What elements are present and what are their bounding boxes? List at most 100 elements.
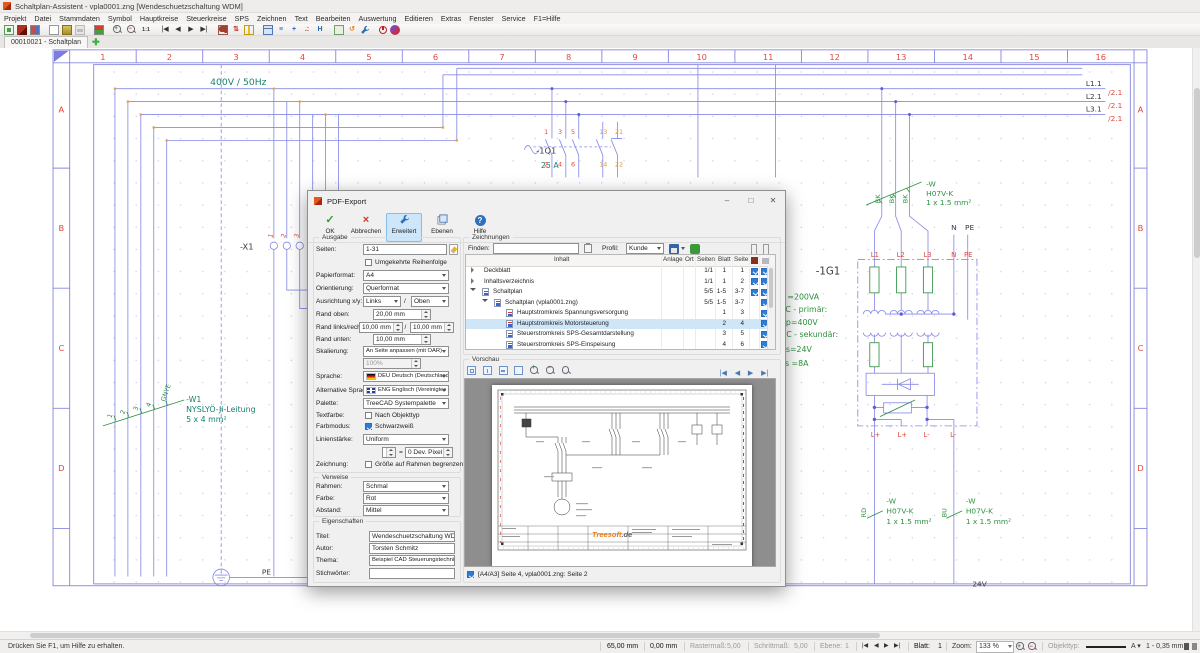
menu-stammdaten[interactable]: Stammdaten	[55, 14, 104, 23]
maximize-icon[interactable]: □	[745, 196, 757, 205]
preview-zoom-in-icon[interactable]: +	[530, 366, 539, 375]
table-scrollbar[interactable]	[767, 266, 775, 349]
preview-area[interactable]: Treesoft.de	[464, 378, 776, 567]
insert-symbol-icon[interactable]: +	[289, 25, 299, 35]
raster-value[interactable]: 5,00	[727, 640, 741, 653]
print-icon[interactable]	[75, 25, 85, 35]
menu-hauptkreise[interactable]: Hauptkreise	[136, 14, 182, 23]
add-tab-icon[interactable]: ✚	[92, 37, 100, 48]
menu-text[interactable]: Text	[291, 14, 312, 23]
preview-first-icon[interactable]: |◀	[720, 370, 727, 377]
table-view-icon[interactable]	[263, 25, 273, 35]
menu-sps[interactable]: SPS	[231, 14, 253, 23]
blackwhite-checkbox[interactable]	[365, 423, 372, 430]
reverse-order-checkbox[interactable]	[365, 259, 372, 266]
new-sheet-icon[interactable]	[49, 25, 59, 35]
linewidth-select[interactable]: Uniform	[363, 434, 449, 445]
profile-select[interactable]: Kunde	[626, 243, 664, 254]
language-select[interactable]: DEU Deutsch (Deutschland)	[363, 371, 449, 382]
ref-distance-select[interactable]: Mittel	[363, 505, 449, 516]
book-checkbox[interactable]	[751, 289, 758, 296]
potential-icon[interactable]: ⇅	[231, 25, 241, 35]
sheet-prev-icon[interactable]: ◀	[874, 640, 879, 653]
scaling-select[interactable]: An Seite anpassen (mit OAR)	[363, 346, 449, 357]
pages-input[interactable]: 1-31	[363, 244, 447, 255]
exit-icon[interactable]	[390, 25, 400, 35]
menu-projekt[interactable]: Projekt	[0, 14, 30, 23]
minimize-icon[interactable]: –	[721, 196, 733, 205]
status-icon-2[interactable]	[1192, 643, 1197, 650]
canvas-horizontal-scrollbar[interactable]	[0, 631, 1200, 639]
dot-tool-icon[interactable]: .:	[302, 25, 312, 35]
menu-symbol[interactable]: Symbol	[104, 14, 136, 23]
frame-icon[interactable]	[514, 366, 523, 375]
clipboard-icon[interactable]	[334, 25, 344, 35]
book-checkbox[interactable]	[751, 268, 758, 275]
zoom-select[interactable]: 133 %	[976, 641, 1014, 653]
author-input[interactable]: Torsten Schmitz	[369, 543, 455, 554]
menu-zeichnen[interactable]: Zeichnen	[253, 14, 291, 23]
alt-language-select[interactable]: ENG Englisch (Vereinigtes Kör	[363, 385, 449, 396]
paper-format-select[interactable]: A4	[363, 270, 449, 281]
objtype-width-select[interactable]: 1 - 0,35 mm ▾	[1146, 640, 1189, 653]
menu-hilfe[interactable]: F1=Hilfe	[530, 14, 565, 23]
drawings-table[interactable]: Inhalt Anlage Ort Seiten Blatt Seite Dec…	[465, 254, 776, 350]
preview-last-icon[interactable]: ▶|	[761, 370, 768, 377]
limit-to-frame-checkbox[interactable]	[365, 461, 372, 468]
preview-zoom-out-icon[interactable]: −	[546, 366, 555, 375]
textcolor-checkbox[interactable]	[365, 412, 372, 419]
palette-select[interactable]: TreeCAD Systempalette	[363, 398, 449, 409]
menu-editieren[interactable]: Editieren	[400, 14, 436, 23]
ref-color-select[interactable]: Rot	[363, 493, 449, 504]
keywords-input[interactable]	[369, 568, 455, 579]
reload-profile-icon[interactable]	[690, 244, 700, 254]
open-icon[interactable]	[62, 25, 72, 35]
h-tool-icon[interactable]: H	[315, 25, 325, 35]
table-row[interactable]: Steuerstromkreis SPS-Gesamtdarstellung 3…	[466, 329, 775, 340]
preview-page-checkbox[interactable]	[467, 571, 474, 578]
next-sheet-icon[interactable]: ▶	[186, 25, 196, 35]
zoom-in-icon[interactable]: +	[113, 25, 122, 34]
menu-fenster[interactable]: Fenster	[465, 14, 497, 23]
preview-next-icon[interactable]: ▶	[748, 370, 753, 377]
canvas-vertical-scrollbar[interactable]	[1192, 48, 1200, 631]
step-value[interactable]: 5,00	[794, 640, 808, 653]
edit-pages-icon[interactable]	[449, 244, 458, 255]
menu-datei[interactable]: Datei	[30, 14, 55, 23]
table-row[interactable]: Steuerstromkreis SPS-Einspeisung 4 6	[466, 340, 775, 351]
menu-auswertung[interactable]: Auswertung	[355, 14, 401, 23]
menu-steuerkreise[interactable]: Steuerkreise	[182, 14, 230, 23]
status-icon-1[interactable]	[1184, 643, 1189, 650]
margin-top-spinner[interactable]: 20,00 mm	[373, 309, 431, 320]
status-zoom-in-icon[interactable]: +	[1016, 642, 1025, 651]
copy-project-icon[interactable]	[30, 25, 40, 35]
align-x-select[interactable]: Links	[363, 296, 401, 307]
last-sheet-icon[interactable]: ▶|	[199, 25, 209, 35]
search-icon[interactable]	[218, 25, 228, 35]
preview-prev-icon[interactable]: ◀	[735, 370, 740, 377]
find-input[interactable]	[493, 243, 579, 254]
line-tool-icon[interactable]: ≡	[276, 25, 286, 35]
menu-extras[interactable]: Extras	[437, 14, 465, 23]
subject-input[interactable]: Beispiel CAD Steuerungstechnik	[369, 555, 455, 566]
zoom-out-icon[interactable]: −	[127, 25, 136, 34]
title-input[interactable]: Wendeschuetzschaltung WDM	[369, 531, 455, 542]
fit-width-icon[interactable]	[483, 366, 492, 375]
tab-schaltplan[interactable]: 00010021 - Schaltplan	[4, 36, 88, 48]
align-y-select[interactable]: Oben	[411, 296, 449, 307]
project-manager-icon[interactable]	[4, 25, 14, 35]
margin-right-spinner[interactable]: 10,00 mm	[410, 322, 454, 333]
linewidth-factor-spinner[interactable]	[382, 447, 396, 458]
margin-left-spinner[interactable]: 10,00 mm	[359, 322, 403, 333]
book-checkbox[interactable]	[751, 278, 758, 285]
preview-zoom-reset-icon[interactable]	[562, 366, 571, 375]
sheet-first-icon[interactable]: |◀	[862, 640, 868, 653]
menu-service[interactable]: Service	[498, 14, 530, 23]
fit-selection-icon[interactable]	[499, 366, 508, 375]
ref-frame-select[interactable]: Schmal	[363, 481, 449, 492]
open-project-icon[interactable]	[17, 25, 27, 35]
power-icon[interactable]	[379, 26, 387, 34]
save-profile-icon[interactable]	[669, 244, 679, 254]
zoom-1-1-icon[interactable]: 1:1	[141, 25, 151, 35]
orientation-select[interactable]: Querformat	[363, 283, 449, 294]
